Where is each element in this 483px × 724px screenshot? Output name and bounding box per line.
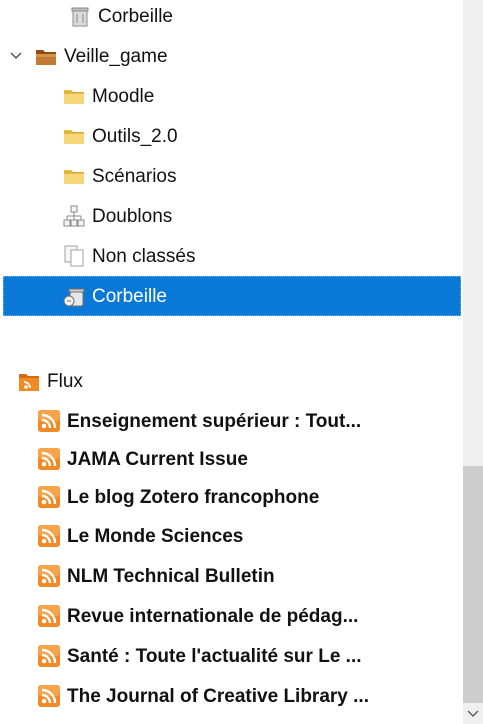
rss-feed-icon — [37, 684, 61, 708]
tree-item-feeds-header[interactable]: Flux — [0, 361, 463, 401]
scroll-down-button[interactable] — [463, 704, 483, 724]
rss-feed-icon — [37, 447, 61, 471]
feed-item[interactable]: NLM Technical Bulletin — [0, 556, 463, 596]
feeds-library-icon — [17, 369, 41, 393]
tree-item-label: Scénarios — [92, 165, 177, 187]
vertical-scrollbar[interactable] — [463, 0, 483, 724]
duplicates-icon — [62, 204, 86, 228]
chevron-down-icon[interactable] — [8, 48, 24, 64]
feed-item[interactable]: JAMA Current Issue — [0, 439, 463, 479]
feed-item-label: Le Monde Sciences — [67, 525, 244, 547]
tree-item-scenarios[interactable]: Scénarios — [0, 156, 463, 196]
tree-item-unfiled[interactable]: Non classés — [0, 236, 463, 276]
tree-item-label: Corbeille — [92, 285, 167, 307]
tree-item-label: Veille_game — [64, 45, 168, 67]
feed-item[interactable]: Le Monde Sciences — [0, 516, 463, 556]
rss-feed-icon — [37, 564, 61, 588]
chevron-down-icon — [467, 705, 479, 723]
feed-item-label: NLM Technical Bulletin — [67, 565, 275, 587]
unfiled-icon — [62, 244, 86, 268]
rss-feed-icon — [37, 644, 61, 668]
feed-item[interactable]: Le blog Zotero francophone — [0, 477, 463, 517]
scrollbar-thumb[interactable] — [463, 466, 483, 703]
rss-feed-icon — [37, 604, 61, 628]
tree-item-moodle[interactable]: Moodle — [0, 76, 463, 116]
folder-icon — [62, 84, 86, 108]
feed-item-label: The Journal of Creative Library ... — [67, 685, 369, 707]
feed-item-label: Enseignement supérieur : Tout... — [67, 410, 362, 432]
tree-item-group[interactable]: Veille_game — [0, 36, 463, 76]
feed-item-label: Le blog Zotero francophone — [67, 486, 320, 508]
folder-icon — [62, 124, 86, 148]
feed-item-label: Santé : Toute l'actualité sur Le ... — [67, 645, 362, 667]
collections-pane: Corbeille Veille_game Moodle Outils_2.0 … — [0, 0, 463, 724]
tree-item-trash-selected[interactable]: Corbeille — [3, 276, 461, 316]
rss-feed-icon — [37, 485, 61, 509]
feed-item[interactable]: The Journal of Creative Library ... — [0, 676, 463, 716]
trash-icon — [68, 4, 92, 28]
tree-item-label: Outils_2.0 — [92, 125, 178, 147]
folder-icon — [62, 164, 86, 188]
feed-item[interactable]: Enseignement supérieur : Tout... — [0, 401, 463, 441]
tree-item-label: Flux — [47, 370, 83, 392]
trash-icon — [62, 284, 86, 308]
feed-item[interactable]: Santé : Toute l'actualité sur Le ... — [0, 636, 463, 676]
feed-item[interactable]: Revue internationale de pédag... — [0, 596, 463, 636]
feed-item-label: Revue internationale de pédag... — [67, 605, 359, 627]
tree-item-label: Moodle — [92, 85, 155, 107]
tree-item-label: Corbeille — [98, 5, 173, 27]
tree-item-label: Non classés — [92, 245, 196, 267]
rss-feed-icon — [37, 409, 61, 433]
tree-item-duplicates[interactable]: Doublons — [0, 196, 463, 236]
tree-item-top-trash[interactable]: Corbeille — [0, 0, 463, 36]
tree-item-label: Doublons — [92, 205, 173, 227]
feed-item-label: JAMA Current Issue — [67, 448, 248, 470]
rss-feed-icon — [37, 524, 61, 548]
group-library-icon — [34, 44, 58, 68]
tree-item-outils[interactable]: Outils_2.0 — [0, 116, 463, 156]
